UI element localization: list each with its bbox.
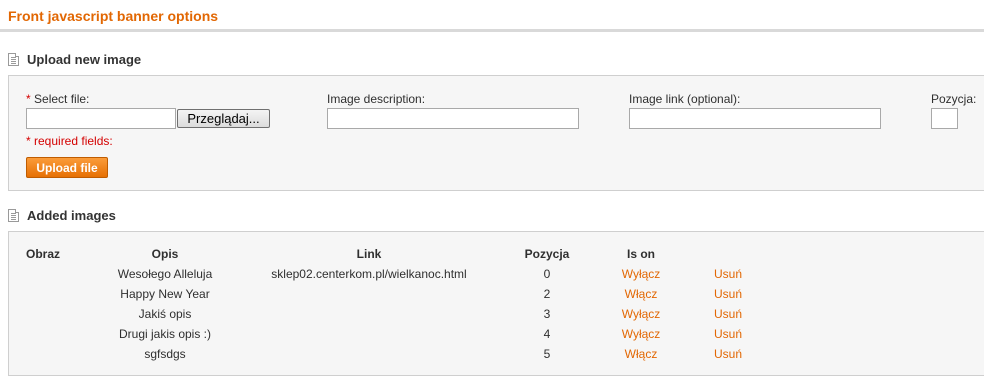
table-header-pozycja: Pozycja: [524, 247, 570, 261]
row-description: Happy New Year: [120, 287, 210, 301]
row-position: 2: [543, 287, 551, 301]
upload-panel: * Select file: Przeglądaj... Image descr…: [8, 75, 984, 191]
toggle-link[interactable]: Włącz: [625, 287, 658, 301]
table-header-obraz: Obraz: [25, 247, 61, 261]
row-position: 0: [543, 267, 551, 281]
row-position: 3: [543, 307, 551, 321]
upload-section-title: Upload new image: [27, 51, 142, 67]
image-description-label: Image description:: [327, 92, 426, 106]
delete-link[interactable]: Usuń: [714, 307, 742, 321]
page-title: Front javascript banner options: [8, 8, 219, 24]
row-description: Drugi jakis opis :): [118, 327, 212, 341]
delete-link[interactable]: Usuń: [714, 347, 742, 361]
image-link-label: Image link (optional):: [629, 92, 741, 106]
file-path-input[interactable]: [26, 108, 176, 129]
delete-link[interactable]: Usuń: [714, 327, 742, 341]
images-section-title: Added images: [27, 207, 116, 223]
row-position: 4: [543, 327, 551, 341]
select-file-label: * Select file:: [26, 92, 89, 106]
toggle-link[interactable]: Wyłącz: [622, 267, 661, 281]
table-header-is-on: Is on: [626, 247, 656, 261]
document-icon: [8, 208, 19, 222]
row-position: 5: [543, 347, 551, 361]
upload-section-heading: Upload new image: [8, 50, 141, 68]
toggle-link[interactable]: Włącz: [625, 347, 658, 361]
toggle-link[interactable]: Wyłącz: [622, 327, 661, 341]
select-file-text: Select file:: [34, 92, 90, 106]
document-icon: [8, 52, 19, 66]
table-header-opis: Opis: [151, 247, 179, 261]
image-link-input[interactable]: [629, 108, 881, 129]
position-input[interactable]: [931, 108, 958, 129]
browse-button[interactable]: Przeglądaj...: [177, 109, 270, 128]
toggle-link[interactable]: Wyłącz: [622, 307, 661, 321]
required-star: *: [26, 92, 31, 106]
row-description: Jakiś opis: [138, 307, 192, 321]
row-link: sklep02.centerkom.pl/wielkanoc.html: [271, 267, 467, 281]
title-divider: [0, 29, 984, 32]
delete-link[interactable]: Usuń: [714, 287, 742, 301]
image-description-input[interactable]: [327, 108, 579, 129]
position-label: Pozycja:: [931, 92, 977, 106]
images-panel: Obraz Opis Link Pozycja Is on Wesołego A…: [8, 231, 984, 376]
table-header-link: Link: [356, 247, 382, 261]
delete-link[interactable]: Usuń: [714, 267, 742, 281]
upload-file-button[interactable]: Upload file: [26, 157, 108, 178]
images-section-heading: Added images: [8, 206, 116, 224]
row-description: sgfsdgs: [144, 347, 186, 361]
required-fields-note: * required fields:: [26, 134, 113, 148]
row-description: Wesołego Alleluja: [117, 267, 213, 281]
